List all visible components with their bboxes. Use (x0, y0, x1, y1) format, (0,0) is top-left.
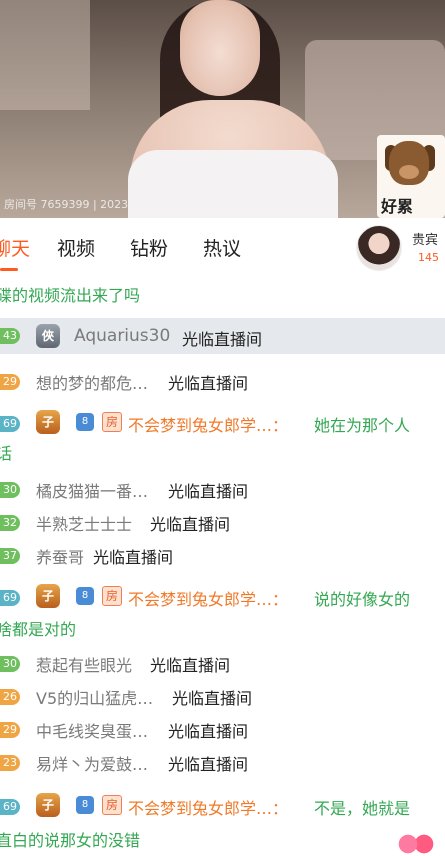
medal-icon: 8 (76, 796, 94, 814)
level-badge: 69 (0, 590, 20, 606)
chat-message: 69 子 8 房 不会梦到兔女郎学…： 不是，她就是 直白的说那女的没错 (0, 793, 445, 853)
fan-badge-icon: 子 (36, 793, 60, 817)
level-badge: 32 (0, 515, 20, 531)
level-badge: 23 (0, 755, 20, 771)
dog-muzzle-icon (399, 165, 419, 179)
fan-badge-icon: 子 (36, 584, 60, 608)
user-name[interactable]: Aquarius30 (74, 326, 170, 346)
message-text: 说的好像女的 (314, 590, 411, 609)
message-text-cont: 话 (0, 444, 13, 463)
user-name[interactable]: 橘皮猫猫一番… (36, 478, 148, 502)
chat-message: 69 子 8 房 不会梦到兔女郎学…： 说的好像女的 啥都是对的 (0, 584, 445, 640)
user-name[interactable]: 惹起有些眼光 (36, 652, 132, 676)
level-badge: 43 (0, 328, 20, 344)
message-text: 她在为那个人 (314, 416, 411, 435)
mascot-caption: 好累 (381, 197, 414, 216)
streamer-dress (128, 150, 338, 218)
room-manager-icon: 房 (102, 586, 122, 606)
sender-name[interactable]: 不会梦到兔女郎学…： (128, 795, 288, 819)
active-tab-indicator (0, 268, 18, 271)
user-name[interactable]: 养蚕哥 (36, 544, 84, 568)
level-badge: 29 (0, 722, 20, 738)
live-video-player[interactable]: 房间号 7659399 | 2023 好累 (0, 0, 445, 218)
medal-icon: 8 (76, 413, 94, 431)
enter-text: 光临直播间 (172, 689, 253, 708)
enter-text: 光临直播间 (93, 548, 174, 567)
room-manager-icon: 房 (102, 412, 122, 432)
chat-enter: 23 易烊丶为爱鼓… 光临直播间 (0, 751, 445, 775)
message-text: 不是，她就是 (314, 799, 411, 818)
tab-chat[interactable]: 聊天 (0, 234, 30, 261)
sender-name[interactable]: 不会梦到兔女郎学…： (128, 412, 288, 436)
chat-enter: 32 半熟芝士士士 光临直播间 (0, 511, 445, 535)
room-id-overlay: 房间号 7659399 | 2023 (4, 198, 129, 211)
enter-text: 光临直播间 (182, 330, 263, 349)
enter-text: 光临直播间 (150, 656, 231, 675)
gift-animation-icon (396, 832, 436, 856)
enter-text: 光临直播间 (150, 515, 231, 534)
vip-label: 贵宾 (412, 233, 439, 248)
level-badge: 37 (0, 548, 20, 564)
user-name[interactable]: 中毛线奖臭蛋… (36, 718, 148, 742)
level-badge: 30 (0, 656, 20, 672)
level-badge: 30 (0, 482, 20, 498)
vip-avatar (356, 225, 402, 271)
chat-message: 碟的视频流出来了吗 (0, 282, 445, 306)
level-badge: 69 (0, 799, 20, 815)
chat-list[interactable]: 碟的视频流出来了吗 43 俠 Aquarius30 光临直播间 29 想的梦的都… (0, 274, 445, 856)
enter-text: 光临直播间 (168, 482, 249, 501)
sender-name[interactable]: 不会梦到兔女郎学…： (128, 586, 288, 610)
chat-enter: 29 想的梦的都危… 光临直播间 (0, 370, 445, 394)
user-name[interactable]: 易烊丶为爱鼓… (36, 751, 148, 775)
user-name[interactable]: 想的梦的都危… (36, 370, 148, 394)
level-badge: 69 (0, 416, 20, 432)
chat-enter: 29 中毛线奖臭蛋… 光临直播间 (0, 718, 445, 742)
chat-message: 69 子 8 房 不会梦到兔女郎学…： 她在为那个人 话 (0, 410, 445, 466)
chat-enter: 30 惹起有些眼光 光临直播间 (0, 652, 445, 676)
chat-enter-highlight: 43 俠 Aquarius30 光临直播间 (0, 318, 445, 354)
guard-badge-icon: 俠 (36, 324, 60, 348)
tab-hot-discussion[interactable]: 热议 (203, 234, 241, 261)
message-text: 碟的视频流出来了吗 (0, 286, 141, 305)
background-lamp (0, 0, 90, 110)
mascot-sticker: 好累 (377, 135, 445, 218)
enter-text: 光临直播间 (168, 755, 249, 774)
tab-video[interactable]: 视频 (57, 234, 95, 261)
chat-enter: 26 V5的归山猛虎… 光临直播间 (0, 685, 445, 709)
enter-text: 光临直播间 (168, 722, 249, 741)
vip-guests-button[interactable]: 贵宾 145 (356, 225, 445, 275)
chat-enter: 30 橘皮猫猫一番… 光临直播间 (0, 478, 445, 502)
level-badge: 26 (0, 689, 20, 705)
tab-diamond-fans[interactable]: 钻粉 (130, 234, 168, 261)
level-badge: 29 (0, 374, 20, 390)
vip-count: 145 (418, 251, 439, 264)
fan-badge-icon: 子 (36, 410, 60, 434)
chat-enter: 37 养蚕哥 光临直播间 (0, 544, 445, 568)
user-name[interactable]: V5的归山猛虎… (36, 685, 153, 709)
user-name[interactable]: 半熟芝士士士 (36, 511, 132, 535)
room-manager-icon: 房 (102, 795, 122, 815)
medal-icon: 8 (76, 587, 94, 605)
message-text-cont: 直白的说那女的没错 (0, 831, 141, 850)
message-text-cont: 啥都是对的 (0, 620, 77, 639)
streamer-face (180, 0, 260, 96)
enter-text: 光临直播间 (168, 374, 249, 393)
